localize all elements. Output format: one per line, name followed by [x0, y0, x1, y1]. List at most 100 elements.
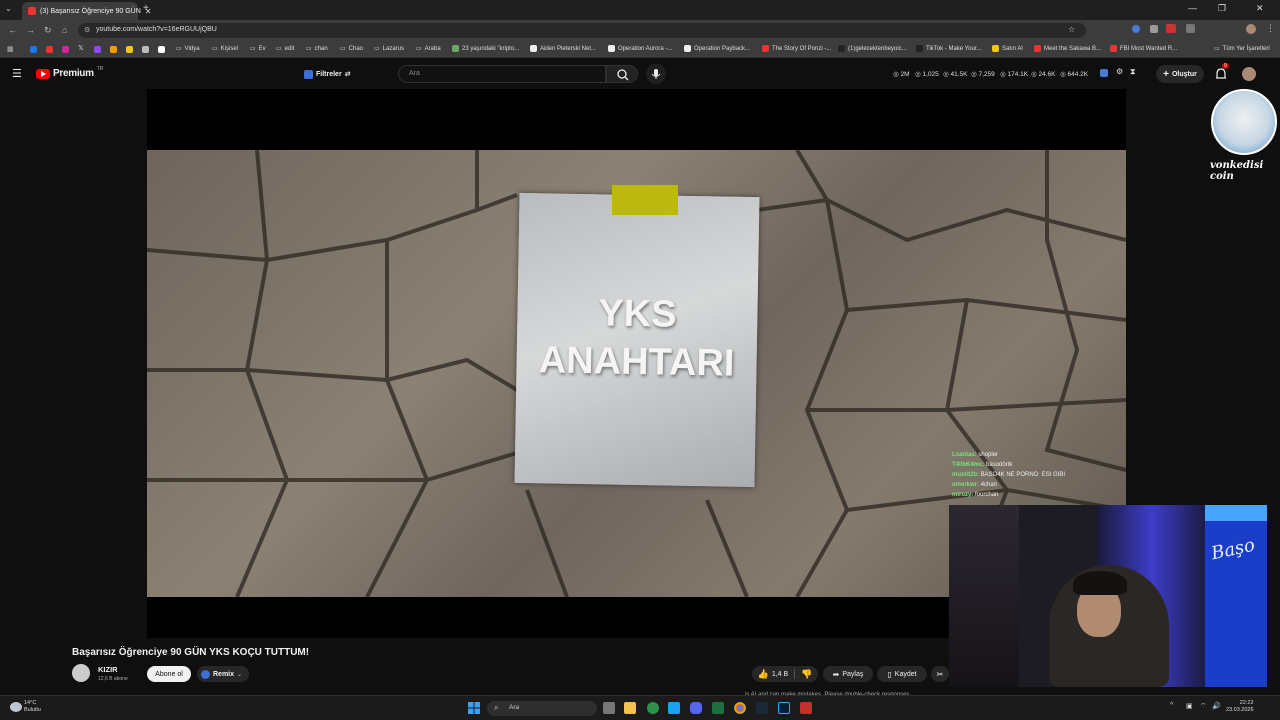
bookmark-link[interactable]: (1)gelecektenbeyoic... — [838, 45, 907, 52]
voice-search-button[interactable] — [646, 64, 666, 84]
bookmark-folder[interactable]: ▭ Araba — [416, 45, 441, 53]
file-explorer-icon[interactable] — [624, 702, 636, 714]
notifications-bell-icon[interactable] — [1214, 67, 1228, 81]
like-button[interactable]: 👍 1,4 B — [758, 669, 789, 680]
taskbar-search-label: Ara — [509, 704, 520, 711]
site-info-icon[interactable]: ⚙ — [84, 26, 90, 34]
app-icon[interactable] — [668, 702, 680, 714]
bookmark-star-icon[interactable]: ☆ — [1068, 25, 1075, 34]
bookmark-link[interactable]: The Story Of Ponzi -... — [762, 45, 831, 52]
save-label: Kaydet — [894, 670, 917, 678]
extension-icon[interactable] — [1100, 69, 1108, 77]
taskbar-clock[interactable]: 22:22 23.03.2026 — [1226, 700, 1254, 714]
share-button[interactable]: ➦ Paylaş — [823, 666, 873, 682]
account-avatar[interactable] — [1242, 67, 1256, 81]
chrome-icon[interactable] — [734, 702, 746, 714]
home-icon[interactable]: ⌂ — [62, 25, 67, 35]
channel-name[interactable]: KIZIR — [98, 665, 118, 674]
profile-avatar[interactable] — [1246, 24, 1256, 34]
extension-icon[interactable] — [1150, 25, 1158, 33]
plus-icon: + — [1163, 68, 1169, 80]
notification-count-badge: 9 — [1222, 63, 1229, 69]
tray-chevron-icon[interactable]: ^ — [1170, 702, 1173, 709]
cam-shelf — [949, 505, 1019, 687]
youtube-icon[interactable] — [46, 46, 53, 53]
apps-grid-icon[interactable]: ▦ — [7, 45, 14, 53]
channel-avatar[interactable] — [72, 664, 90, 682]
reload-icon[interactable]: ↻ — [44, 25, 52, 36]
forward-icon[interactable]: → — [26, 25, 35, 35]
window-close-icon[interactable]: ✕ — [1256, 3, 1264, 14]
search-button[interactable] — [606, 65, 638, 83]
bookmark-folder[interactable]: ▭ Kişisel — [212, 45, 238, 53]
menu-dots-icon[interactable]: ⋮ — [1266, 23, 1275, 34]
extension-icon[interactable] — [1132, 25, 1140, 33]
bookmark-link[interactable]: Meet the Sakawa B... — [1034, 45, 1101, 52]
folder-icon: ▭ — [340, 46, 346, 52]
app-icon[interactable] — [800, 702, 812, 714]
windows-start-icon[interactable] — [468, 702, 480, 714]
mail-icon[interactable] — [142, 46, 149, 53]
bookmark-folder[interactable]: ▭ Vidya — [176, 45, 200, 53]
remix-button[interactable]: Remix ⌄ — [197, 666, 249, 682]
app-icon[interactable] — [647, 702, 659, 714]
bookmark-icon[interactable] — [126, 46, 133, 53]
bookmark-link[interactable]: FBI Most Wanted R... — [1110, 45, 1177, 52]
extension-new-icon[interactable] — [1166, 24, 1176, 33]
bookmark-icon[interactable] — [110, 46, 117, 53]
new-tab-icon[interactable]: + — [143, 3, 149, 14]
bookmark-folder[interactable]: ▭ edit — [276, 45, 294, 53]
tray-app-icon[interactable]: ▣ — [1186, 702, 1193, 710]
back-icon[interactable]: ← — [8, 25, 17, 35]
hamburger-menu-icon[interactable]: ☰ — [12, 67, 22, 80]
extension-icon[interactable] — [1186, 24, 1195, 33]
bookmark-folder[interactable]: ▭ chan — [306, 45, 328, 53]
taskbar-search[interactable]: ⌕ Ara — [487, 701, 597, 716]
create-button[interactable]: + Oluştur — [1156, 65, 1204, 83]
minimize-icon[interactable]: — — [1188, 3, 1197, 13]
facebook-icon[interactable] — [30, 46, 37, 53]
remix-label: Remix — [213, 670, 235, 678]
address-bar[interactable]: ⚙ youtube.com/watch?v=16eRGUUjQBU ☆ — [78, 23, 1086, 38]
all-bookmarks[interactable]: ▭ Tüm Yer İşaretleri — [1214, 45, 1270, 53]
thumb-down-icon[interactable]: 👎 — [801, 669, 812, 680]
youtube-play-icon — [36, 68, 50, 79]
youtube-logo[interactable]: Premium TR — [36, 66, 103, 79]
filters-button[interactable]: Filtreler ⇄ — [304, 67, 351, 81]
volume-icon[interactable]: 🔊 — [1212, 702, 1221, 710]
bookmark-link[interactable]: Satın Al — [992, 45, 1023, 52]
bookmark-folder[interactable]: ▭ Chao — [340, 45, 363, 53]
instagram-icon[interactable] — [62, 46, 69, 53]
discord-icon[interactable] — [690, 702, 702, 714]
maximize-icon[interactable]: ❐ — [1218, 3, 1226, 14]
bookmark-folder[interactable]: ▭ Lazarus — [374, 45, 404, 53]
twitch-icon[interactable] — [94, 46, 101, 53]
bookmark-link[interactable]: 23 yaşındaki "kripto... — [452, 45, 519, 52]
bookmark-link[interactable]: Operation Aurora -... — [608, 45, 672, 52]
scissors-icon: ✂ — [936, 669, 944, 679]
excel-icon[interactable] — [712, 702, 724, 714]
search-input[interactable]: Ara — [398, 65, 606, 83]
bookmark-link[interactable]: TikTok - Make Your... — [916, 45, 981, 52]
network-icon[interactable]: ⌔ — [1200, 702, 1207, 711]
bookmark-icon[interactable] — [158, 46, 165, 53]
settings-icon[interactable]: ⚙ — [1116, 67, 1123, 76]
subscribe-button[interactable]: Abone ol — [147, 666, 191, 682]
stat-item: ◎ 2M — [893, 71, 910, 78]
hourglass-icon[interactable]: ⧗ — [1130, 67, 1136, 77]
save-button[interactable]: ▯ Kaydet — [877, 666, 927, 682]
tab-search-icon[interactable]: ⌄ — [5, 4, 12, 13]
bookmark-link[interactable]: Operation Payback... — [684, 45, 750, 52]
task-view-icon[interactable] — [603, 702, 615, 714]
photoshop-icon[interactable] — [778, 702, 790, 714]
bookmark-folder[interactable]: ▭ Ev — [250, 45, 266, 53]
clip-button[interactable]: ✂ — [931, 666, 949, 682]
tab-active[interactable]: (3) Başarısız Öğrenciye 90 GÜN ✕ — [22, 2, 151, 20]
bookmark-link[interactable]: Aiden Pleterski Net... — [530, 45, 596, 52]
steam-icon[interactable] — [756, 702, 768, 714]
weather-widget[interactable]: 14°C Bulutlu — [24, 700, 41, 714]
x-icon[interactable]: 𝕏 — [78, 44, 84, 52]
chevron-down-icon: ⌄ — [237, 671, 243, 678]
share-icon: ➦ — [832, 669, 840, 679]
weather-cloud-icon — [10, 702, 22, 712]
